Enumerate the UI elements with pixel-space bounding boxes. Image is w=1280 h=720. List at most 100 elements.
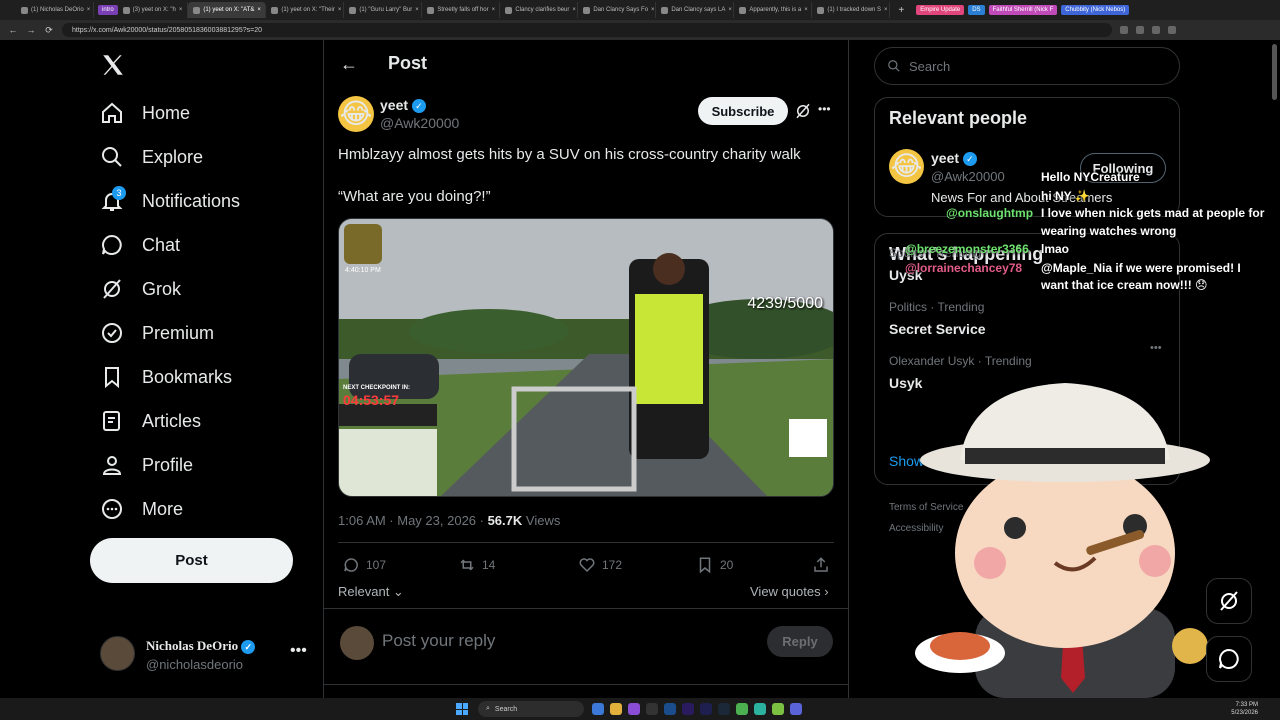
- close-icon[interactable]: ×: [338, 7, 342, 13]
- app-icon[interactable]: [772, 703, 784, 715]
- bookmark-pill[interactable]: Faithful Sherrill (Nick F: [988, 5, 1058, 15]
- chrome-icon[interactable]: [736, 703, 748, 715]
- close-icon[interactable]: ×: [572, 7, 576, 13]
- account-switcher[interactable]: Nicholas DeOrio ✓ @nicholasdeorio •••: [100, 636, 320, 676]
- search-bar[interactable]: Search: [874, 47, 1180, 85]
- tab-label: Apparently, this is a: [749, 7, 802, 13]
- sidebar-item-articles[interactable]: Articles: [100, 406, 201, 436]
- extension-icon[interactable]: [1120, 26, 1128, 34]
- scrollbar-thumb[interactable]: [1272, 44, 1277, 100]
- sidebar-item-bookmarks[interactable]: Bookmarks: [100, 362, 232, 392]
- reply-input[interactable]: Post your reply: [382, 631, 495, 651]
- sidebar-item-premium[interactable]: Premium: [100, 318, 214, 348]
- close-icon[interactable]: ×: [257, 7, 261, 13]
- back-arrow-icon[interactable]: ←: [8, 25, 18, 35]
- browser-tab[interactable]: (1) I tracked down S ×: [812, 2, 891, 18]
- more-dots-icon[interactable]: •••: [818, 102, 831, 116]
- app-icon[interactable]: [646, 703, 658, 715]
- close-icon[interactable]: ×: [728, 7, 732, 13]
- view-quotes-link[interactable]: View quotes ›: [750, 584, 829, 599]
- close-icon[interactable]: ×: [804, 7, 808, 13]
- grok-icon[interactable]: [794, 102, 812, 120]
- author-handle[interactable]: @Awk20000: [380, 115, 459, 131]
- browser-tab[interactable]: Dan Clancy says LA ×: [656, 2, 735, 18]
- sidebar-item-explore[interactable]: Explore: [100, 142, 203, 172]
- sidebar-item-more[interactable]: More: [100, 494, 183, 524]
- chat-floating-button[interactable]: [1206, 636, 1252, 682]
- x-logo-icon[interactable]: [100, 52, 126, 78]
- close-icon[interactable]: ×: [415, 7, 419, 13]
- close-icon[interactable]: ×: [87, 7, 91, 13]
- back-arrow-icon[interactable]: ←: [340, 54, 358, 75]
- extension-icon[interactable]: [1136, 26, 1144, 34]
- more-dots-icon[interactable]: •••: [290, 642, 307, 660]
- post-button[interactable]: Post: [90, 538, 293, 583]
- person-name[interactable]: yeet: [931, 150, 959, 166]
- app-icon[interactable]: [628, 703, 640, 715]
- browser-tab[interactable]: (1) "Guru Larry" Bur ×: [344, 2, 423, 18]
- taskbar-clock[interactable]: 7:33 PM 5/23/2026: [1231, 701, 1258, 717]
- tab-group-pill[interactable]: intro: [98, 5, 118, 15]
- video-counter: 4239/5000: [747, 295, 823, 312]
- sidebar-item-profile[interactable]: Profile: [100, 450, 193, 480]
- bookmark-action[interactable]: 20: [696, 556, 733, 574]
- close-icon[interactable]: ×: [179, 7, 183, 13]
- browser-tab[interactable]: Streetly falls off hor ×: [422, 2, 501, 18]
- premiere-icon[interactable]: [682, 703, 694, 715]
- sidebar-item-chat[interactable]: Chat: [100, 230, 180, 260]
- photoshop-icon[interactable]: [664, 703, 676, 715]
- forward-arrow-icon[interactable]: →: [26, 25, 36, 35]
- sidebar-item-label: Bookmarks: [142, 366, 233, 387]
- sidebar-item-notifications[interactable]: 3 Notifications: [100, 186, 240, 216]
- reply-button[interactable]: Reply: [767, 626, 833, 657]
- sidebar-item-label: Grok: [142, 278, 182, 299]
- repost-action[interactable]: 14: [458, 556, 495, 574]
- extension-icon[interactable]: [1152, 26, 1160, 34]
- sort-dropdown[interactable]: Relevant ⌄: [338, 584, 404, 600]
- trend-item[interactable]: Politics · Trending Secret Service: [889, 300, 986, 337]
- browser-tab[interactable]: Dan Clancy Says Fo ×: [578, 2, 657, 18]
- sidebar-item-home[interactable]: Home: [100, 98, 190, 128]
- reply-action[interactable]: 107: [342, 556, 386, 574]
- post-video[interactable]: 4239/5000 NEXT CHECKPOINT IN: 04:53:57 4…: [338, 218, 834, 497]
- bookmark-pill[interactable]: Chubbity (Nick Nebos): [1061, 5, 1130, 15]
- extension-icon[interactable]: [1168, 26, 1176, 34]
- new-tab-icon[interactable]: +: [898, 5, 904, 16]
- bookmark-pill[interactable]: DS: [968, 5, 985, 15]
- url-field[interactable]: https://x.com/Awk20000/status/2058051836…: [62, 23, 1112, 37]
- subscribe-button[interactable]: Subscribe: [698, 97, 788, 125]
- grok-floating-button[interactable]: [1206, 578, 1252, 624]
- browser-tab[interactable]: Clancy clarifies beur ×: [500, 2, 579, 18]
- tab-label: (1) Nicholas DeOrio: [31, 7, 84, 13]
- close-icon[interactable]: ×: [884, 7, 888, 13]
- edge-icon[interactable]: [754, 703, 766, 715]
- author-avatar[interactable]: 😂: [338, 96, 374, 132]
- folder-icon[interactable]: [610, 703, 622, 715]
- author-name[interactable]: yeet: [380, 97, 408, 113]
- app-icon[interactable]: [592, 703, 604, 715]
- sidebar-item-grok[interactable]: Grok: [100, 274, 181, 304]
- grok-icon: [1220, 591, 1238, 611]
- discord-icon[interactable]: [790, 703, 802, 715]
- windows-start-icon[interactable]: [456, 703, 468, 715]
- avatar[interactable]: 😂: [889, 149, 924, 184]
- taskbar-search-label: Search: [494, 705, 518, 713]
- browser-tab[interactable]: (1) yeet on X: "Their ×: [266, 2, 345, 18]
- sidebar-item-label: Explore: [142, 146, 204, 167]
- steam-icon[interactable]: [718, 703, 730, 715]
- close-icon[interactable]: ×: [492, 7, 496, 13]
- close-icon[interactable]: ×: [651, 7, 655, 13]
- browser-tab[interactable]: (1) Nicholas DeOrio ×: [16, 2, 94, 18]
- after-effects-icon[interactable]: [700, 703, 712, 715]
- share-action[interactable]: [812, 556, 830, 574]
- browser-tab[interactable]: (1) yeet on X: "AT& ×: [188, 2, 267, 18]
- taskbar-search[interactable]: ⌕ Search: [478, 701, 584, 717]
- like-action[interactable]: 172: [578, 556, 622, 574]
- clock-date: 5/23/2026: [1231, 710, 1258, 716]
- browser-tab[interactable]: Apparently, this is a ×: [734, 2, 813, 18]
- browser-tab[interactable]: (3) yeet on X: "h ×: [118, 2, 189, 18]
- more-dots-icon[interactable]: •••: [1150, 342, 1162, 354]
- reload-icon[interactable]: ⟳: [44, 25, 54, 36]
- search-input[interactable]: Search: [909, 59, 950, 74]
- bookmark-pill[interactable]: Empire Update: [916, 5, 965, 15]
